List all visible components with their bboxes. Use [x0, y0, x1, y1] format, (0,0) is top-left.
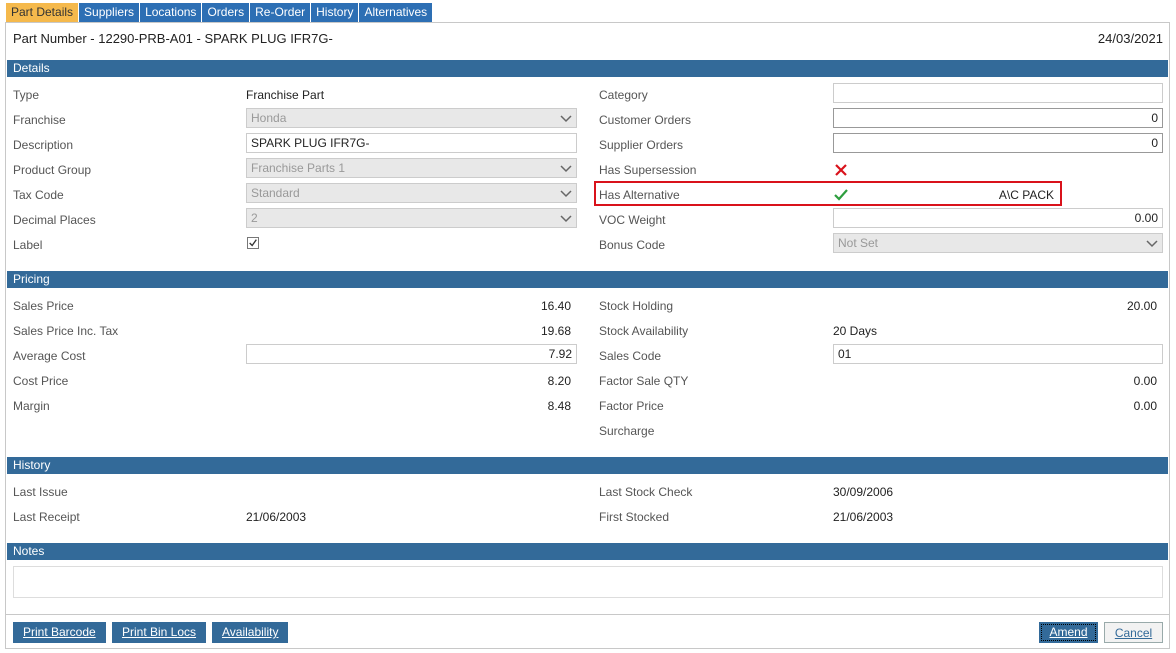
supplier-orders-input[interactable]: 0	[833, 133, 1163, 153]
tab-locations[interactable]: Locations	[140, 3, 202, 22]
has-alternative-value: A\C PACK	[998, 188, 1054, 202]
description-label: Description	[13, 138, 74, 152]
factor-price-value: 0.00	[1133, 399, 1157, 413]
product-group-select[interactable]: Franchise Parts 1	[246, 158, 577, 178]
customer-orders-input[interactable]: 0	[833, 108, 1163, 128]
last-stock-check-label: Last Stock Check	[599, 485, 693, 499]
has-supersession-label: Has Supersession	[599, 163, 697, 177]
last-receipt-label: Last Receipt	[13, 510, 80, 524]
franchise-label: Franchise	[13, 113, 66, 127]
decimal-places-select[interactable]: 2	[246, 208, 577, 228]
sales-code-label: Sales Code	[599, 349, 662, 363]
last-stock-check-value: 30/09/2006	[833, 485, 894, 499]
checkmark-icon	[249, 239, 257, 247]
sales-price-value: 16.40	[540, 299, 571, 313]
cancel-button[interactable]: Cancel	[1104, 622, 1163, 643]
part-number-title: Part Number - 12290-PRB-A01 - SPARK PLUG…	[13, 31, 333, 46]
decimal-places-label: Decimal Places	[13, 213, 96, 227]
voc-weight-input[interactable]: 0.00	[833, 208, 1163, 228]
factor-sale-qty-label: Factor Sale QTY	[599, 374, 689, 388]
amend-button[interactable]: Amend	[1039, 622, 1098, 643]
factor-price-label: Factor Price	[599, 399, 664, 413]
last-issue-label: Last Issue	[13, 485, 68, 499]
tax-code-label: Tax Code	[13, 188, 64, 202]
cost-price-value: 8.20	[547, 374, 571, 388]
stock-holding-label: Stock Holding	[599, 299, 674, 313]
tax-code-select[interactable]: Standard	[246, 183, 577, 203]
first-stocked-value: 21/06/2003	[833, 510, 894, 524]
notes-textarea[interactable]	[13, 566, 1163, 598]
cross-icon	[835, 164, 847, 176]
has-alternative-label: Has Alternative	[599, 188, 680, 202]
category-label: Category	[599, 88, 648, 102]
footer-divider	[5, 614, 1170, 615]
decimal-places-value: 2	[251, 211, 258, 225]
print-bin-locs-button[interactable]: Print Bin Locs	[112, 622, 207, 643]
tab-suppliers[interactable]: Suppliers	[79, 3, 140, 22]
factor-sale-qty-value: 0.00	[1133, 374, 1157, 388]
tab-alternatives[interactable]: Alternatives	[359, 3, 433, 22]
average-cost-input[interactable]: 7.92	[246, 344, 577, 364]
sales-price-inc-tax-label: Sales Price Inc. Tax	[13, 324, 119, 338]
product-group-label: Product Group	[13, 163, 92, 177]
tab-bar: Part Details Suppliers Locations Orders …	[6, 3, 433, 22]
product-group-value: Franchise Parts 1	[251, 161, 346, 175]
sales-price-inc-tax-value: 19.68	[540, 324, 571, 338]
type-label: Type	[13, 88, 40, 102]
surcharge-label: Surcharge	[599, 424, 655, 438]
description-input[interactable]: SPARK PLUG IFR7G-	[246, 133, 577, 153]
tab-orders[interactable]: Orders	[202, 3, 250, 22]
tab-re-order[interactable]: Re-Order	[250, 3, 311, 22]
chevron-down-icon	[560, 190, 572, 198]
type-value: Franchise Part	[246, 88, 325, 102]
bonus-code-select[interactable]: Not Set	[833, 233, 1163, 253]
cost-price-label: Cost Price	[13, 374, 69, 388]
stock-availability-value: 20 Days	[833, 324, 878, 338]
chevron-down-icon	[560, 215, 572, 223]
average-cost-label: Average Cost	[13, 349, 86, 363]
franchise-value: Honda	[251, 111, 287, 125]
sales-price-label: Sales Price	[13, 299, 74, 313]
supplier-orders-label: Supplier Orders	[599, 138, 684, 152]
section-pricing: Pricing	[7, 271, 1168, 288]
header-date: 24/03/2021	[1097, 31, 1163, 46]
chevron-down-icon	[1146, 240, 1158, 248]
voc-weight-label: VOC Weight	[599, 213, 666, 227]
customer-orders-label: Customer Orders	[599, 113, 692, 127]
section-details: Details	[7, 60, 1168, 77]
print-barcode-button[interactable]: Print Barcode	[13, 622, 106, 643]
check-icon	[834, 189, 848, 201]
first-stocked-label: First Stocked	[599, 510, 670, 524]
category-input[interactable]	[833, 83, 1163, 103]
section-notes: Notes	[7, 543, 1168, 560]
label-label: Label	[13, 238, 43, 252]
label-checkbox[interactable]	[247, 237, 259, 249]
sales-code-input[interactable]: 01	[833, 344, 1163, 364]
franchise-select[interactable]: Honda	[246, 108, 577, 128]
chevron-down-icon	[560, 115, 572, 123]
margin-value: 8.48	[547, 399, 571, 413]
bonus-code-value: Not Set	[838, 236, 879, 250]
section-history: History	[7, 457, 1168, 474]
last-receipt-value: 21/06/2003	[246, 510, 307, 524]
stock-holding-value: 20.00	[1126, 299, 1157, 313]
tax-code-value: Standard	[251, 186, 300, 200]
margin-label: Margin	[13, 399, 50, 413]
tab-history[interactable]: History	[311, 3, 359, 22]
bonus-code-label: Bonus Code	[599, 238, 666, 252]
chevron-down-icon	[560, 165, 572, 173]
stock-availability-label: Stock Availability	[599, 324, 689, 338]
availability-button[interactable]: Availability	[212, 622, 289, 643]
tab-part-details[interactable]: Part Details	[6, 3, 79, 22]
